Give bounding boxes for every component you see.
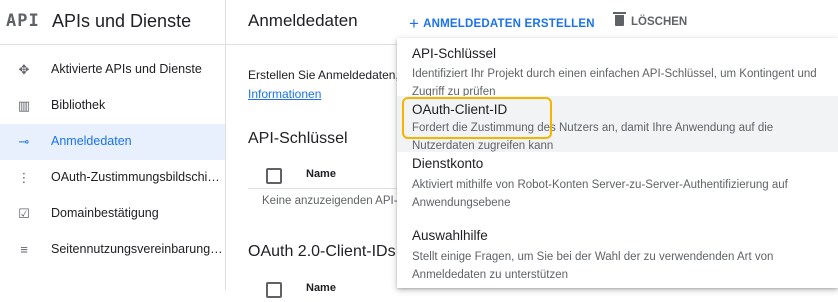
sidebar: API APIs und Dienste ✥ Aktivierte APIs u… — [0, 0, 226, 290]
sidebar-item-activated-apis[interactable]: ✥ Aktivierte APIs und Dienste — [0, 52, 225, 88]
sidebar-item-label: Aktivierte APIs und Dienste — [51, 62, 202, 76]
settings-list-icon: ≡ — [20, 242, 28, 257]
api-keys-heading: API-Schlüssel — [248, 130, 348, 147]
delete-button[interactable]: LÖSCHEN — [613, 12, 688, 28]
create-credentials-label: ANMELDEDATEN ERSTELLEN — [423, 18, 595, 30]
create-credentials-menu: API-Schlüssel Identifiziert Ihr Projekt … — [397, 38, 838, 288]
menu-item-title: API-Schlüssel — [412, 46, 497, 61]
create-credentials-button[interactable]: + ANMELDEDATEN ERSTELLEN — [409, 12, 595, 33]
diamond-arrows-icon: ✥ — [18, 62, 30, 77]
consent-screen-icon: ⋮ — [17, 170, 31, 185]
intro-text: Erstellen Sie Anmeldedaten, — [248, 68, 399, 82]
sidebar-item-label: OAuth-Zustimmungsbildschi… — [51, 170, 220, 184]
sidebar-item-oauth-consent[interactable]: ⋮ OAuth-Zustimmungsbildschi… — [0, 160, 225, 196]
page-title: Anmeldedaten — [248, 11, 358, 30]
menu-item-title: Dienstkonto — [412, 156, 484, 171]
brand-title: APIs und Dienste — [52, 11, 192, 31]
sidebar-item-domain-verification[interactable]: ☑ Domainbestätigung — [0, 196, 225, 232]
api-keys-table-header: Name — [248, 162, 408, 189]
column-header-name: Name — [306, 282, 336, 294]
sidebar-item-library[interactable]: ▥ Bibliothek — [0, 88, 225, 124]
sidebar-item-label: Seitennutzungsvereinbarung… — [51, 242, 223, 256]
sidebar-item-label: Bibliothek — [51, 98, 106, 112]
learn-more-link[interactable]: Informationen — [248, 87, 321, 101]
menu-item-description: Fordert die Zustimmung des Nutzers an, d… — [412, 122, 774, 152]
delete-label: LÖSCHEN — [631, 16, 688, 28]
checkbox-icon: ☑ — [18, 206, 30, 221]
menu-item-api-key[interactable]: API-Schlüssel Identifiziert Ihr Projekt … — [397, 38, 838, 98]
select-all-checkbox[interactable] — [266, 282, 282, 298]
menu-item-title: OAuth-Client-ID — [412, 102, 508, 117]
empty-state-text: Keine anzuzeigenden API- — [262, 195, 398, 207]
menu-item-oauth-client-id[interactable]: OAuth-Client-ID Fordert die Zustimmung d… — [397, 96, 838, 152]
brand: API APIs und Dienste — [0, 0, 225, 45]
library-grid-icon: ▥ — [17, 98, 31, 113]
sidebar-item-label: Anmeldedaten — [51, 134, 132, 148]
sidebar-item-label: Domainbestätigung — [51, 206, 159, 220]
key-icon: ⊸ — [18, 134, 30, 149]
menu-item-service-account[interactable]: Dienstkonto Aktiviert mithilfe von Robot… — [397, 152, 838, 220]
menu-item-title: Auswahlhilfe — [412, 228, 488, 243]
sidebar-item-credentials[interactable]: ⊸ Anmeldedaten — [0, 124, 225, 160]
api-logo-icon: API — [6, 11, 40, 31]
plus-icon: + — [409, 14, 420, 33]
menu-item-description: Aktiviert mithilfe von Robot-Konten Serv… — [412, 179, 788, 209]
menu-item-description: Stellt einige Fragen, um Sie bei der Wah… — [412, 251, 774, 281]
sidebar-item-page-usage-agreements[interactable]: ≡ Seitennutzungsvereinbarung… — [0, 232, 225, 268]
oauth-client-ids-heading: OAuth 2.0-Client-IDs — [248, 243, 396, 260]
menu-item-selection-help[interactable]: Auswahlhilfe Stellt einige Fragen, um Si… — [397, 220, 838, 288]
select-all-checkbox[interactable] — [266, 168, 282, 184]
column-header-name: Name — [306, 168, 336, 180]
oauth-table-header: Name — [248, 276, 408, 302]
trash-icon — [613, 12, 626, 26]
